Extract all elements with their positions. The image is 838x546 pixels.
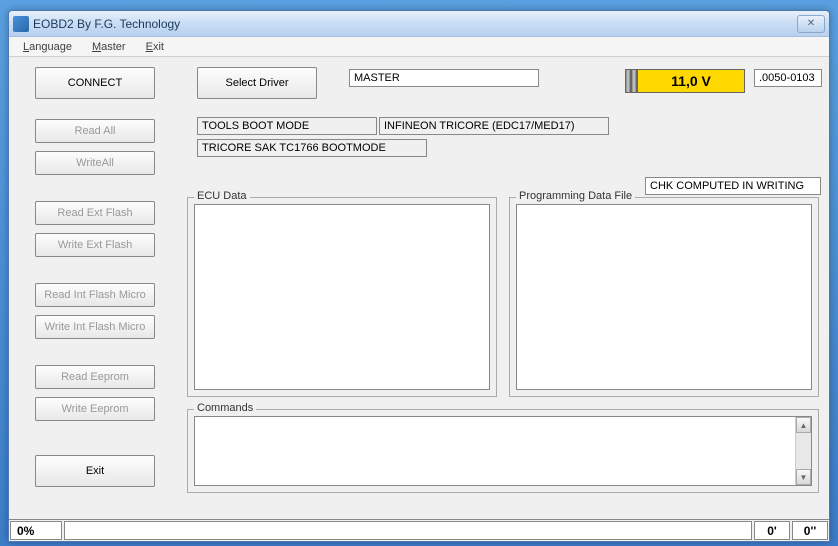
programming-data-file-group: Programming Data File	[509, 197, 819, 397]
statusbar: 0% 0' 0''	[9, 519, 829, 541]
read-all-button[interactable]: Read All	[35, 119, 155, 143]
status-progress: 0%	[10, 521, 62, 540]
status-progress-bar	[64, 521, 752, 540]
menubar: Language Master Exit	[9, 37, 829, 57]
code-field: .0050-0103	[754, 69, 822, 87]
voltage-value: 11,0 V	[637, 69, 745, 93]
ecu-data-group: ECU Data	[187, 197, 497, 397]
chk-field: CHK COMPUTED IN WRITING	[645, 177, 821, 195]
infineon-field: INFINEON TRICORE (EDC17/MED17)	[379, 117, 609, 135]
commands-label: Commands	[194, 402, 256, 414]
ecu-data-label: ECU Data	[194, 190, 250, 202]
master-field: MASTER	[349, 69, 539, 87]
menu-exit[interactable]: Exit	[136, 39, 174, 55]
status-time-seconds: 0''	[792, 521, 828, 540]
write-int-flash-micro-button[interactable]: Write Int Flash Micro	[35, 315, 155, 339]
content-area: CONNECT Select Driver MASTER 11,0 V .005…	[9, 57, 829, 541]
tricore-field: TRICORE SAK TC1766 BOOTMODE	[197, 139, 427, 157]
scroll-down-icon[interactable]: ▼	[796, 469, 811, 485]
window-title: EOBD2 By F.G. Technology	[33, 17, 797, 31]
commands-group: Commands ▲ ▼	[187, 409, 819, 493]
read-eeprom-button[interactable]: Read Eeprom	[35, 365, 155, 389]
exit-button[interactable]: Exit	[35, 455, 155, 487]
write-ext-flash-button[interactable]: Write Ext Flash	[35, 233, 155, 257]
app-icon	[13, 16, 29, 32]
read-int-flash-micro-button[interactable]: Read Int Flash Micro	[35, 283, 155, 307]
write-all-button[interactable]: WriteAll	[35, 151, 155, 175]
connect-button[interactable]: CONNECT	[35, 67, 155, 99]
app-window: EOBD2 By F.G. Technology ✕ Language Mast…	[8, 10, 830, 542]
close-button[interactable]: ✕	[797, 15, 825, 33]
programming-data-area	[516, 204, 812, 390]
programming-data-file-label: Programming Data File	[516, 190, 635, 202]
commands-scrollbar[interactable]: ▲ ▼	[795, 417, 811, 485]
commands-area: ▲ ▼	[194, 416, 812, 486]
tools-boot-mode-field: TOOLS BOOT MODE	[197, 117, 377, 135]
scroll-up-icon[interactable]: ▲	[796, 417, 811, 433]
commands-text	[195, 417, 795, 485]
read-ext-flash-button[interactable]: Read Ext Flash	[35, 201, 155, 225]
scroll-track[interactable]	[796, 433, 811, 469]
ecu-data-area	[194, 204, 490, 390]
status-time-minutes: 0'	[754, 521, 790, 540]
menu-language[interactable]: Language	[13, 39, 82, 55]
titlebar: EOBD2 By F.G. Technology ✕	[9, 11, 829, 37]
voltage-display: 11,0 V	[625, 69, 745, 93]
menu-master[interactable]: Master	[82, 39, 136, 55]
write-eeprom-button[interactable]: Write Eeprom	[35, 397, 155, 421]
select-driver-button[interactable]: Select Driver	[197, 67, 317, 99]
